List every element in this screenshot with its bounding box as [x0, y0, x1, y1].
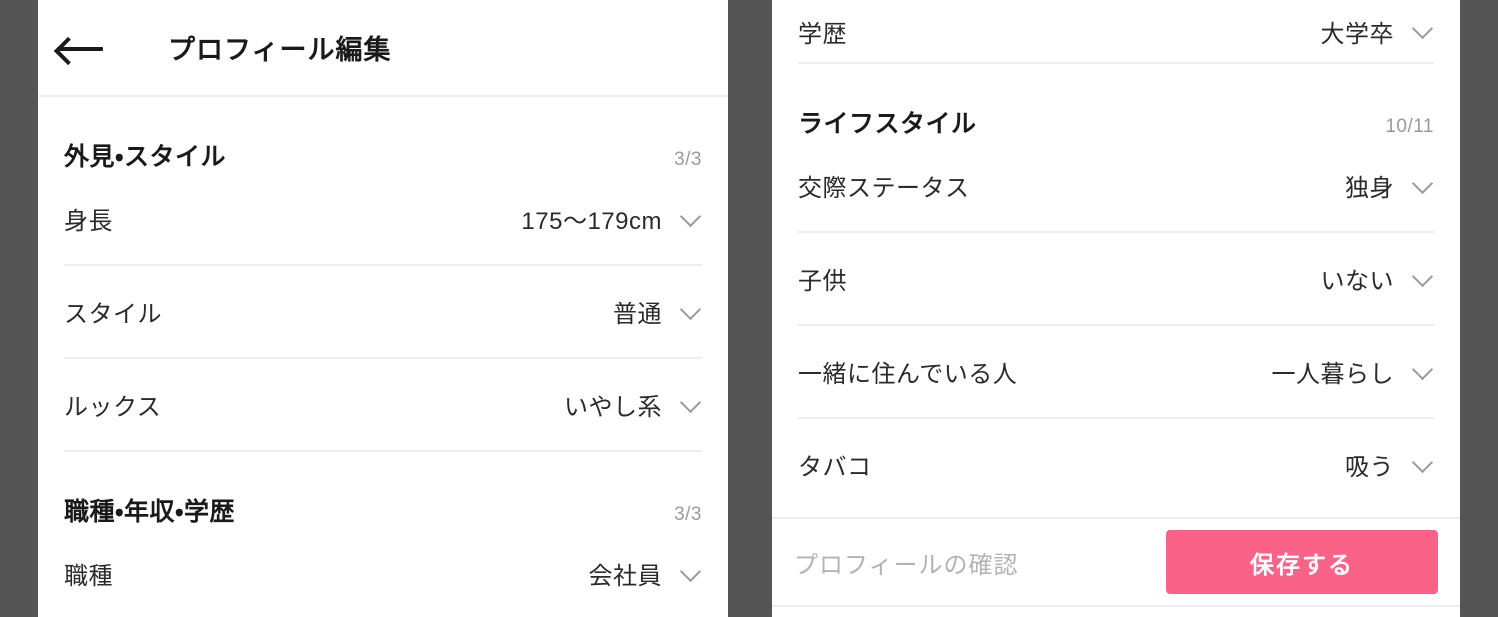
- chevron-down-icon[interactable]: [1412, 268, 1434, 290]
- field-value-group: 普通: [613, 294, 702, 329]
- field-value: 独身: [1345, 175, 1394, 202]
- field-value: 大学卒: [1320, 20, 1394, 48]
- field-row-living-with[interactable]: 一緒に住んでいる人 一人暮らし: [772, 326, 1460, 417]
- field-row-body-style[interactable]: スタイル 普通: [38, 266, 728, 357]
- section-count-badge: 3/3: [674, 149, 702, 170]
- field-value-group: いない: [1321, 261, 1435, 296]
- field-value-group: 吸う: [1345, 447, 1434, 482]
- field-row-education[interactable]: 学歴 大学卒: [772, 0, 1460, 62]
- field-row-smoking[interactable]: タバコ 吸う: [772, 419, 1460, 510]
- section-title: ライフスタイル: [798, 110, 977, 138]
- back-button[interactable]: [38, 0, 124, 96]
- field-label: 学歴: [798, 20, 847, 48]
- section-count-badge: 3/3: [674, 504, 702, 525]
- field-label: 職種: [64, 563, 113, 590]
- section-count-badge: 10/11: [1385, 116, 1434, 137]
- chevron-down-icon[interactable]: [1412, 454, 1434, 476]
- arrow-left-icon: [57, 37, 105, 59]
- field-value-group: 大学卒: [1321, 14, 1435, 49]
- section-header-appearance: 外見・スタイル 3/3: [38, 137, 728, 173]
- field-row-occupation[interactable]: 職種 会社員: [38, 528, 728, 617]
- profile-edit-panel-left: プロフィール編集 外見・スタイル 3/3 身長 175〜179cm スタイル 普…: [38, 0, 728, 617]
- chevron-down-icon[interactable]: [1412, 361, 1434, 383]
- save-button[interactable]: 保存する: [1166, 530, 1438, 594]
- field-value: 一人暮らし: [1271, 361, 1394, 388]
- chevron-down-icon[interactable]: [1412, 175, 1434, 197]
- chevron-down-icon[interactable]: [680, 301, 702, 323]
- field-value-group: 独身: [1345, 168, 1434, 203]
- field-value-group: いやし系: [564, 387, 702, 422]
- field-value-group: 一人暮らし: [1272, 354, 1435, 389]
- field-value: いない: [1320, 268, 1394, 295]
- screen: プロフィール編集 外見・スタイル 3/3 身長 175〜179cm スタイル 普…: [0, 0, 1498, 617]
- field-row-height[interactable]: 身長 175〜179cm: [38, 173, 728, 264]
- chevron-down-icon[interactable]: [680, 394, 702, 416]
- field-label: ルックス: [64, 394, 162, 421]
- section-title: 職種・年収・学歴: [64, 498, 236, 526]
- field-row-children[interactable]: 子供 いない: [772, 233, 1460, 324]
- field-value: 175〜179cm: [521, 208, 662, 235]
- app-header: プロフィール編集: [38, 0, 728, 97]
- field-label: タバコ: [798, 454, 872, 481]
- field-label: スタイル: [64, 301, 162, 328]
- field-row-relationship-status[interactable]: 交際ステータス 独身: [772, 140, 1460, 231]
- field-value-group: 175〜179cm: [521, 201, 702, 236]
- field-label: 身長: [64, 208, 113, 235]
- chevron-down-icon[interactable]: [680, 208, 702, 230]
- profile-preview-link[interactable]: プロフィールの確認: [794, 545, 1019, 580]
- chevron-down-icon[interactable]: [1412, 20, 1434, 42]
- section-title: 外見・スタイル: [64, 143, 227, 171]
- chevron-down-icon[interactable]: [680, 563, 702, 585]
- field-row-looks[interactable]: ルックス いやし系: [38, 359, 728, 450]
- section-header-lifestyle: ライフスタイル 10/11: [772, 104, 1460, 140]
- profile-edit-panel-right: 学歴 大学卒 ライフスタイル 10/11 交際ステータス 独身 子供 いない 一…: [772, 0, 1460, 617]
- field-value: 普通: [613, 301, 662, 328]
- field-value: 吸う: [1345, 454, 1394, 481]
- page-title: プロフィール編集: [168, 35, 392, 65]
- field-value: 会社員: [588, 563, 662, 590]
- bottom-action-bar: プロフィールの確認 保存する: [772, 517, 1460, 607]
- field-value-group: 会社員: [589, 556, 703, 591]
- field-label: 交際ステータス: [798, 175, 970, 202]
- section-header-job-income-education: 職種・年収・学歴 3/3: [38, 492, 728, 528]
- field-value: いやし系: [564, 394, 662, 421]
- field-label: 子供: [798, 268, 847, 295]
- field-label: 一緒に住んでいる人: [798, 361, 1018, 388]
